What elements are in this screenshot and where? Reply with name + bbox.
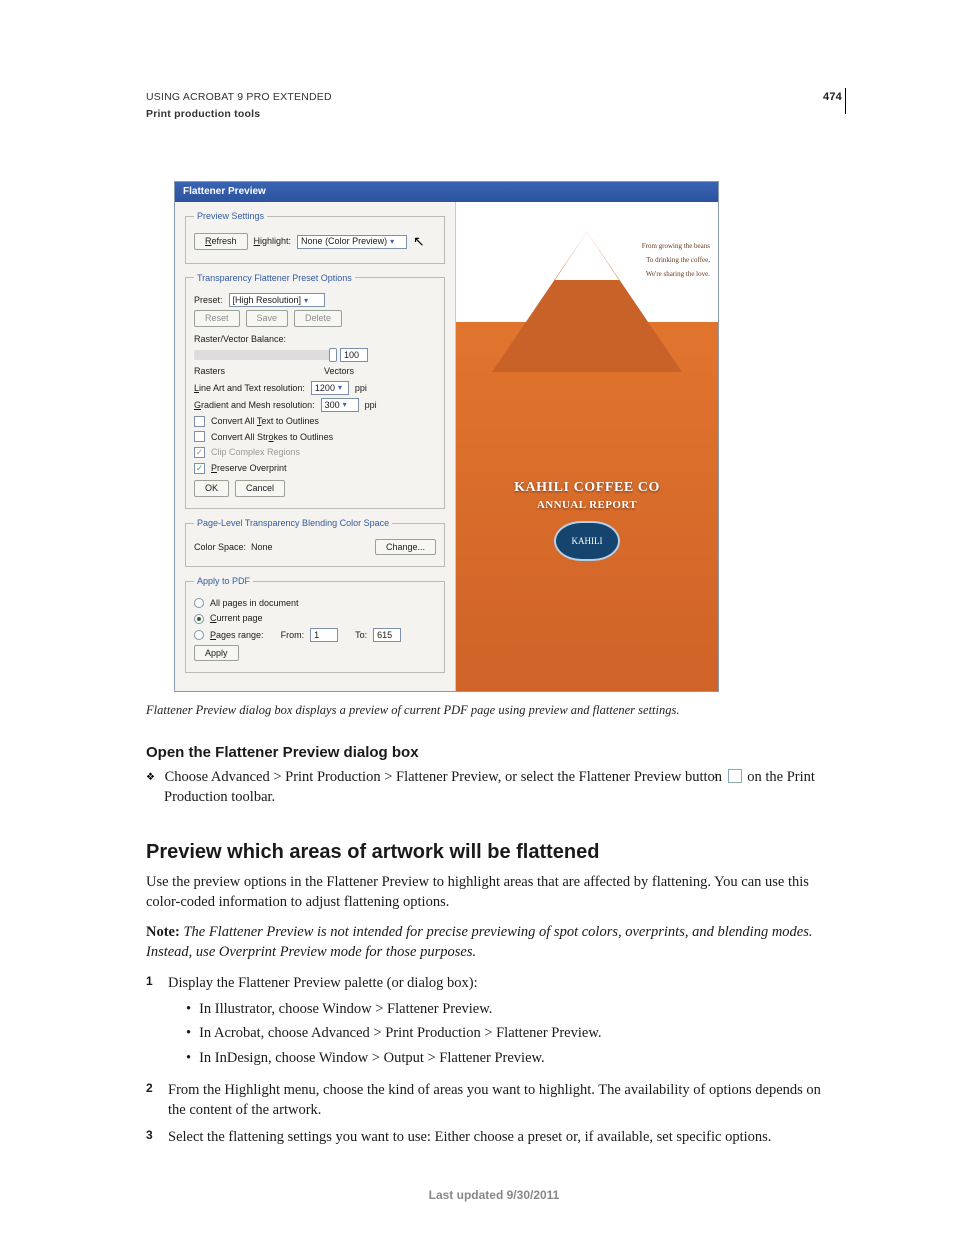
from-label: From:: [281, 629, 305, 642]
all-pages-label: All pages in document: [210, 597, 299, 610]
preserve-label: Preserve Overprint: [211, 462, 287, 475]
radio-pages-range[interactable]: [194, 630, 204, 640]
current-page-label: Current page: [210, 612, 263, 625]
cancel-button[interactable]: Cancel: [235, 480, 285, 497]
dialog-flattener-preview: Flattener Preview Preview Settings Refre…: [174, 181, 719, 692]
gradient-select[interactable]: 300: [321, 398, 359, 412]
para-intro: Use the preview options in the Flattener…: [146, 872, 842, 913]
group-preview-settings: Preview Settings Refresh Highlight: None…: [185, 210, 445, 263]
heading-preview-areas: Preview which areas of artwork will be f…: [146, 838, 842, 866]
diamond-bullet-icon: ❖: [146, 772, 155, 783]
pages-range-label: Pages range:: [210, 629, 264, 642]
lineart-select[interactable]: 1200: [311, 381, 349, 395]
header-section: Print production tools: [146, 107, 332, 122]
heading-open-dialog: Open the Flattener Preview dialog box: [146, 742, 842, 763]
delete-button[interactable]: Delete: [294, 310, 342, 327]
radio-all-pages[interactable]: [194, 598, 204, 608]
dialog-title: Flattener Preview: [175, 182, 718, 202]
ppi-label-1: ppi: [355, 382, 367, 395]
stroke-outlines-checkbox[interactable]: [194, 431, 205, 442]
save-button[interactable]: Save: [246, 310, 289, 327]
legend-preview-settings: Preview Settings: [194, 210, 267, 223]
gradient-label: Gradient and Mesh resolution:: [194, 399, 315, 412]
to-label: To:: [355, 629, 367, 642]
header-title: USING ACROBAT 9 PRO EXTENDED: [146, 90, 332, 105]
figure-flattener-preview: Flattener Preview Preview Settings Refre…: [174, 181, 719, 692]
change-button[interactable]: Change...: [375, 539, 436, 556]
vectors-label: Vectors: [324, 365, 354, 378]
balance-value-input[interactable]: 100: [340, 348, 368, 362]
radio-current-page[interactable]: [194, 614, 204, 624]
to-input[interactable]: 615: [373, 628, 401, 642]
figure-caption: Flattener Preview dialog box displays a …: [146, 702, 842, 720]
cursor-icon: ↖: [413, 232, 425, 252]
page-header: USING ACROBAT 9 PRO EXTENDED Print produ…: [146, 90, 842, 121]
text-outlines-label: Convert All Text to Outlines: [211, 415, 319, 428]
legend-blend-space: Page-Level Transparency Blending Color S…: [194, 517, 392, 530]
stroke-outlines-label: Convert All Strokes to Outlines: [211, 431, 333, 444]
group-blend-space: Page-Level Transparency Blending Color S…: [185, 517, 445, 567]
page-number: 474: [823, 90, 842, 105]
step1-sublist: In Illustrator, choose Window > Flattene…: [168, 999, 601, 1068]
preset-select[interactable]: [High Resolution]: [229, 293, 325, 307]
highlight-select[interactable]: None (Color Preview): [297, 235, 407, 249]
lineart-label: Line Art and Text resolution:: [194, 382, 305, 395]
dialog-left-panel: Preview Settings Refresh Highlight: None…: [175, 202, 455, 691]
last-updated: Last updated 9/30/2011: [146, 1187, 842, 1204]
legend-apply: Apply to PDF: [194, 575, 253, 588]
text-outlines-checkbox[interactable]: [194, 416, 205, 427]
balance-label: Raster/Vector Balance:: [194, 333, 286, 346]
refresh-button[interactable]: Refresh: [194, 233, 248, 250]
tagline-3: We're sharing the love.: [646, 270, 710, 280]
snowcap-graphic: [555, 232, 619, 280]
steps-list: 1 Display the Flattener Preview palette …: [146, 973, 842, 1147]
preserve-checkbox[interactable]: ✓: [194, 463, 205, 474]
note-label: Note:: [146, 924, 180, 940]
bullet-acrobat: In Acrobat, choose Advanced > Print Prod…: [186, 1023, 601, 1043]
colorspace-label: Color Space:: [194, 542, 246, 552]
balance-slider[interactable]: [194, 350, 334, 360]
header-rule: [845, 88, 846, 114]
apply-button[interactable]: Apply: [194, 645, 239, 662]
flattener-preview-icon: [728, 769, 742, 783]
open-instruction: ❖ Choose Advanced > Print Production > F…: [146, 767, 842, 808]
note-paragraph: Note: The Flattener Preview is not inten…: [146, 922, 842, 963]
clip-checkbox: ✓: [194, 447, 205, 458]
reset-button[interactable]: Reset: [194, 310, 240, 327]
clip-label: Clip Complex Regions: [211, 446, 300, 459]
highlight-label: Highlight:: [254, 235, 292, 248]
logo-badge: KAHILI: [554, 521, 620, 561]
doc-title-1: KAHILI COFFEE CO: [456, 478, 718, 498]
bullet-indesign: In InDesign, choose Window > Output > Fl…: [186, 1048, 601, 1068]
from-input[interactable]: 1: [310, 628, 338, 642]
preset-label: Preset:: [194, 294, 223, 307]
preview-pane: From growing the beans To drinking the c…: [455, 202, 718, 691]
step-2: 2From the Highlight menu, choose the kin…: [146, 1080, 842, 1121]
step-3: 3Select the flattening settings you want…: [146, 1127, 842, 1147]
ppi-label-2: ppi: [365, 399, 377, 412]
group-flattener-options: Transparency Flattener Preset Options Pr…: [185, 272, 445, 509]
colorspace-value: None: [251, 542, 273, 552]
rasters-label: Rasters: [194, 365, 225, 378]
legend-flattener-options: Transparency Flattener Preset Options: [194, 272, 355, 285]
ok-button[interactable]: OK: [194, 480, 229, 497]
tagline-2: To drinking the coffee,: [646, 256, 710, 266]
bullet-illustrator: In Illustrator, choose Window > Flattene…: [186, 999, 601, 1019]
tagline-1: From growing the beans: [642, 242, 710, 252]
step-1: 1 Display the Flattener Preview palette …: [146, 973, 842, 1074]
group-apply-to-pdf: Apply to PDF All pages in document Curre…: [185, 575, 445, 673]
doc-title-2: ANNUAL REPORT: [456, 498, 718, 513]
